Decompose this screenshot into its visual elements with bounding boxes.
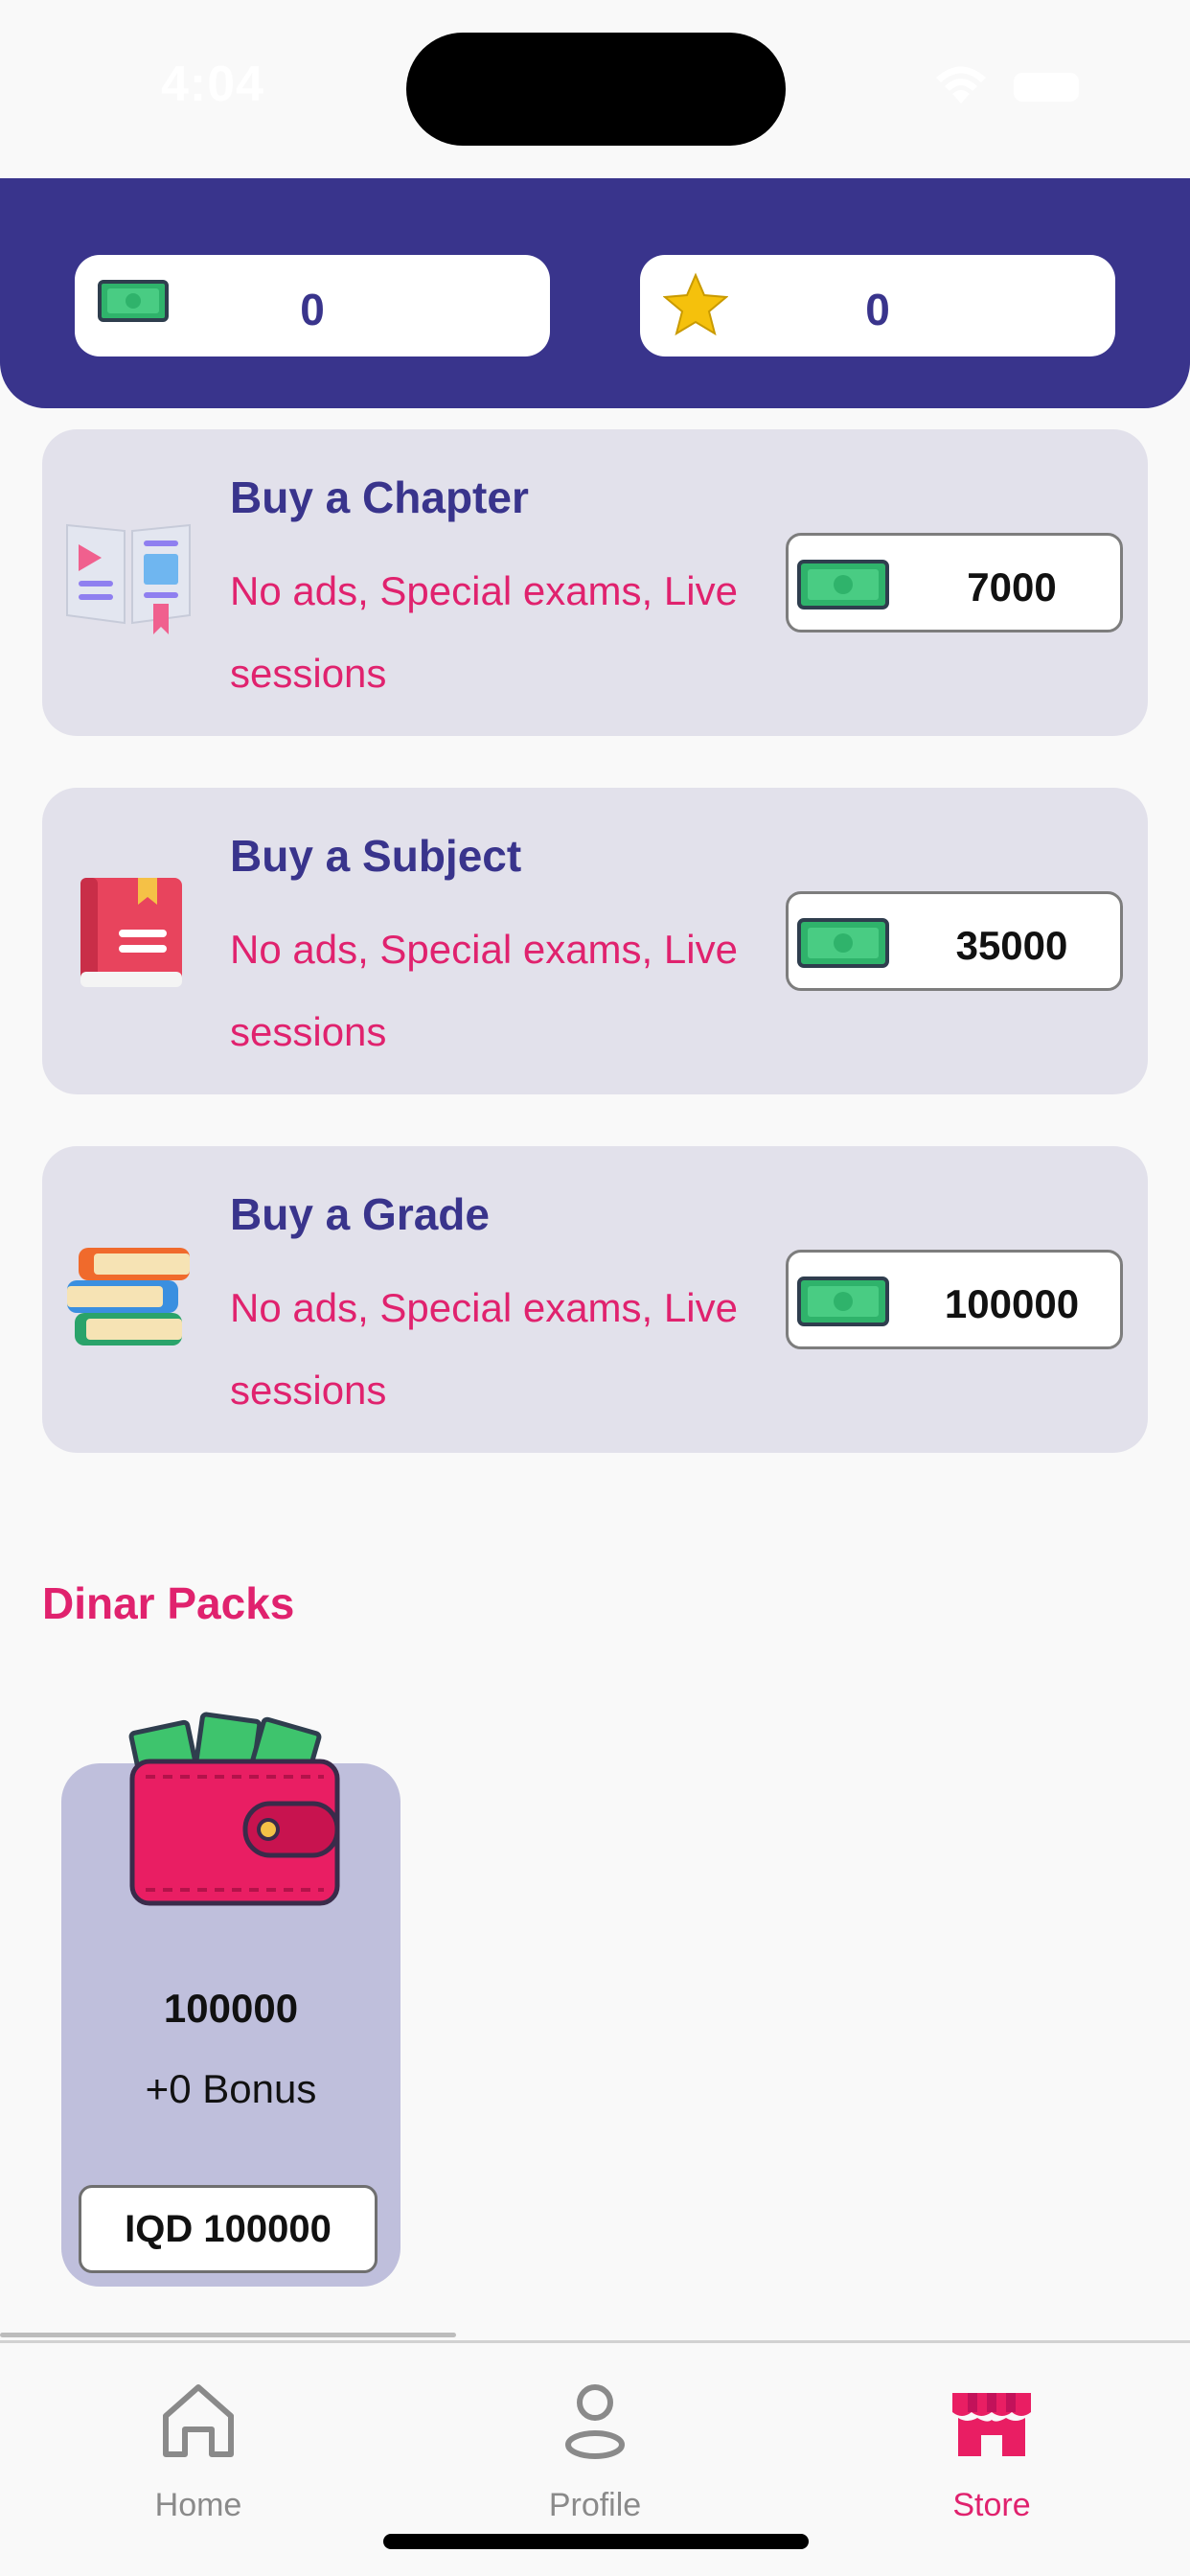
red-book-icon — [80, 878, 182, 987]
home-icon — [163, 2384, 234, 2457]
scroll-indicator — [0, 2333, 456, 2337]
books-stack-icon — [67, 1248, 190, 1346]
product-title: Buy a Grade — [230, 1189, 490, 1239]
cash-icon — [797, 918, 889, 968]
tab-home[interactable]: Home — [0, 2343, 397, 2535]
cash-icon — [797, 560, 889, 610]
status-bar: 4:04 — [0, 0, 1190, 178]
price-value: 7000 — [967, 564, 1057, 610]
profile-icon — [565, 2384, 625, 2459]
store-header: 0 0 — [0, 178, 1190, 408]
buy-subject-button[interactable]: 35000 — [786, 891, 1123, 991]
product-card-grade[interactable]: Buy a Grade No ads, Special exams, Live … — [42, 1146, 1148, 1453]
product-description: No ads, Special exams, Live sessions — [230, 927, 738, 1054]
battery-icon — [1014, 73, 1079, 102]
status-time: 4:04 — [161, 57, 265, 112]
pack-buy-button[interactable]: IQD 100000 — [79, 2185, 378, 2273]
star-balance-value: 0 — [865, 285, 890, 334]
price-value: 100000 — [944, 1281, 1080, 1326]
tab-label: Store — [952, 2487, 1031, 2523]
star-balance: 0 — [640, 255, 1115, 356]
store-icon — [952, 2393, 1031, 2456]
cash-balance-value: 0 — [300, 285, 325, 334]
product-card-subject[interactable]: Buy a Subject No ads, Special exams, Liv… — [42, 788, 1148, 1094]
section-title-dinar-packs: Dinar Packs — [42, 1578, 295, 1628]
cash-icon — [797, 1276, 889, 1326]
product-card-chapter[interactable]: Buy a Chapter No ads, Special exams, Liv… — [42, 429, 1148, 736]
tab-profile[interactable]: Profile — [397, 2343, 793, 2535]
price-value: 35000 — [955, 923, 1068, 968]
book-chapter-icon — [66, 523, 191, 634]
product-description: No ads, Special exams, Live sessions — [230, 1285, 738, 1413]
tab-label: Profile — [548, 2487, 642, 2523]
buy-grade-button[interactable]: 100000 — [786, 1250, 1123, 1349]
wallet-money-icon — [128, 1712, 340, 1906]
tab-store[interactable]: Store — [793, 2343, 1190, 2535]
dinar-pack-card[interactable]: 100000 +0 Bonus IQD 100000 — [61, 1712, 400, 2287]
dynamic-island — [406, 33, 786, 146]
home-indicator — [383, 2534, 809, 2549]
product-title: Buy a Chapter — [230, 472, 529, 522]
tab-label: Home — [154, 2487, 242, 2523]
product-title: Buy a Subject — [230, 831, 522, 881]
wifi-icon — [936, 66, 986, 104]
buy-chapter-button[interactable]: 7000 — [786, 533, 1123, 632]
pack-amount: 100000 — [163, 1986, 299, 2031]
product-description: No ads, Special exams, Live sessions — [230, 568, 738, 696]
cash-balance: 0 — [75, 255, 550, 356]
pack-bonus: +0 Bonus — [145, 2066, 317, 2111]
